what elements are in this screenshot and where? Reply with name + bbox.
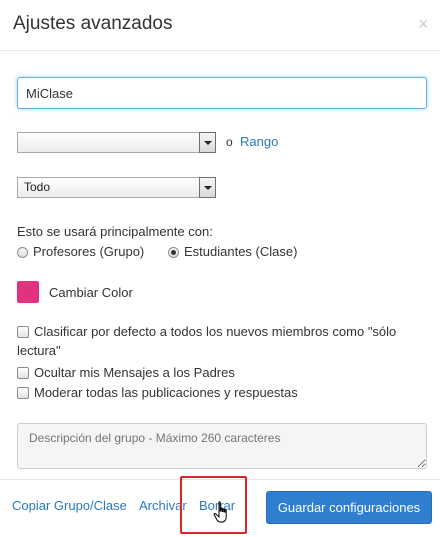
chevron-down-icon	[199, 177, 216, 198]
readonly-checkbox-label: Clasificar por defecto a todos los nuevo…	[17, 324, 397, 358]
range-link[interactable]: Rango	[240, 134, 278, 149]
radio-students[interactable]	[168, 247, 179, 258]
delete-link[interactable]: Borrar	[199, 498, 235, 513]
copy-group-link[interactable]: Copiar Grupo/Clase	[12, 498, 127, 513]
usage-label: Esto se usará principalmente con:	[17, 224, 213, 239]
description-textarea[interactable]	[17, 423, 427, 469]
moderate-checkbox[interactable]	[17, 387, 29, 399]
hide-messages-checkbox-label: Ocultar mis Mensajes a los Padres	[34, 365, 235, 380]
dialog-title: Ajustes avanzados	[13, 13, 173, 34]
moderate-checkbox-label: Moderar todas las publicaciones y respue…	[34, 385, 298, 400]
radio-teachers-label[interactable]: Profesores (Grupo)	[33, 244, 144, 259]
or-label: o	[226, 135, 233, 149]
readonly-checkbox[interactable]	[17, 326, 29, 338]
chevron-down-icon	[199, 132, 216, 153]
save-settings-button[interactable]: Guardar configuraciones	[266, 491, 432, 524]
hide-messages-checkbox[interactable]	[17, 367, 29, 379]
grade-select-arrow	[17, 177, 216, 198]
color-swatch[interactable]	[17, 281, 39, 303]
advanced-settings-dialog: Ajustes avanzados × o Rango Todo Esto se…	[0, 0, 440, 537]
radio-students-label[interactable]: Estudiantes (Clase)	[184, 244, 297, 259]
change-color-link[interactable]: Cambiar Color	[49, 285, 133, 300]
close-icon[interactable]: ×	[418, 14, 429, 35]
dialog-header: Ajustes avanzados ×	[0, 0, 440, 51]
archive-link[interactable]: Archivar	[139, 498, 187, 513]
radio-teachers[interactable]	[17, 247, 28, 258]
range-select-arrow	[17, 132, 216, 153]
group-name-input[interactable]	[17, 77, 427, 109]
